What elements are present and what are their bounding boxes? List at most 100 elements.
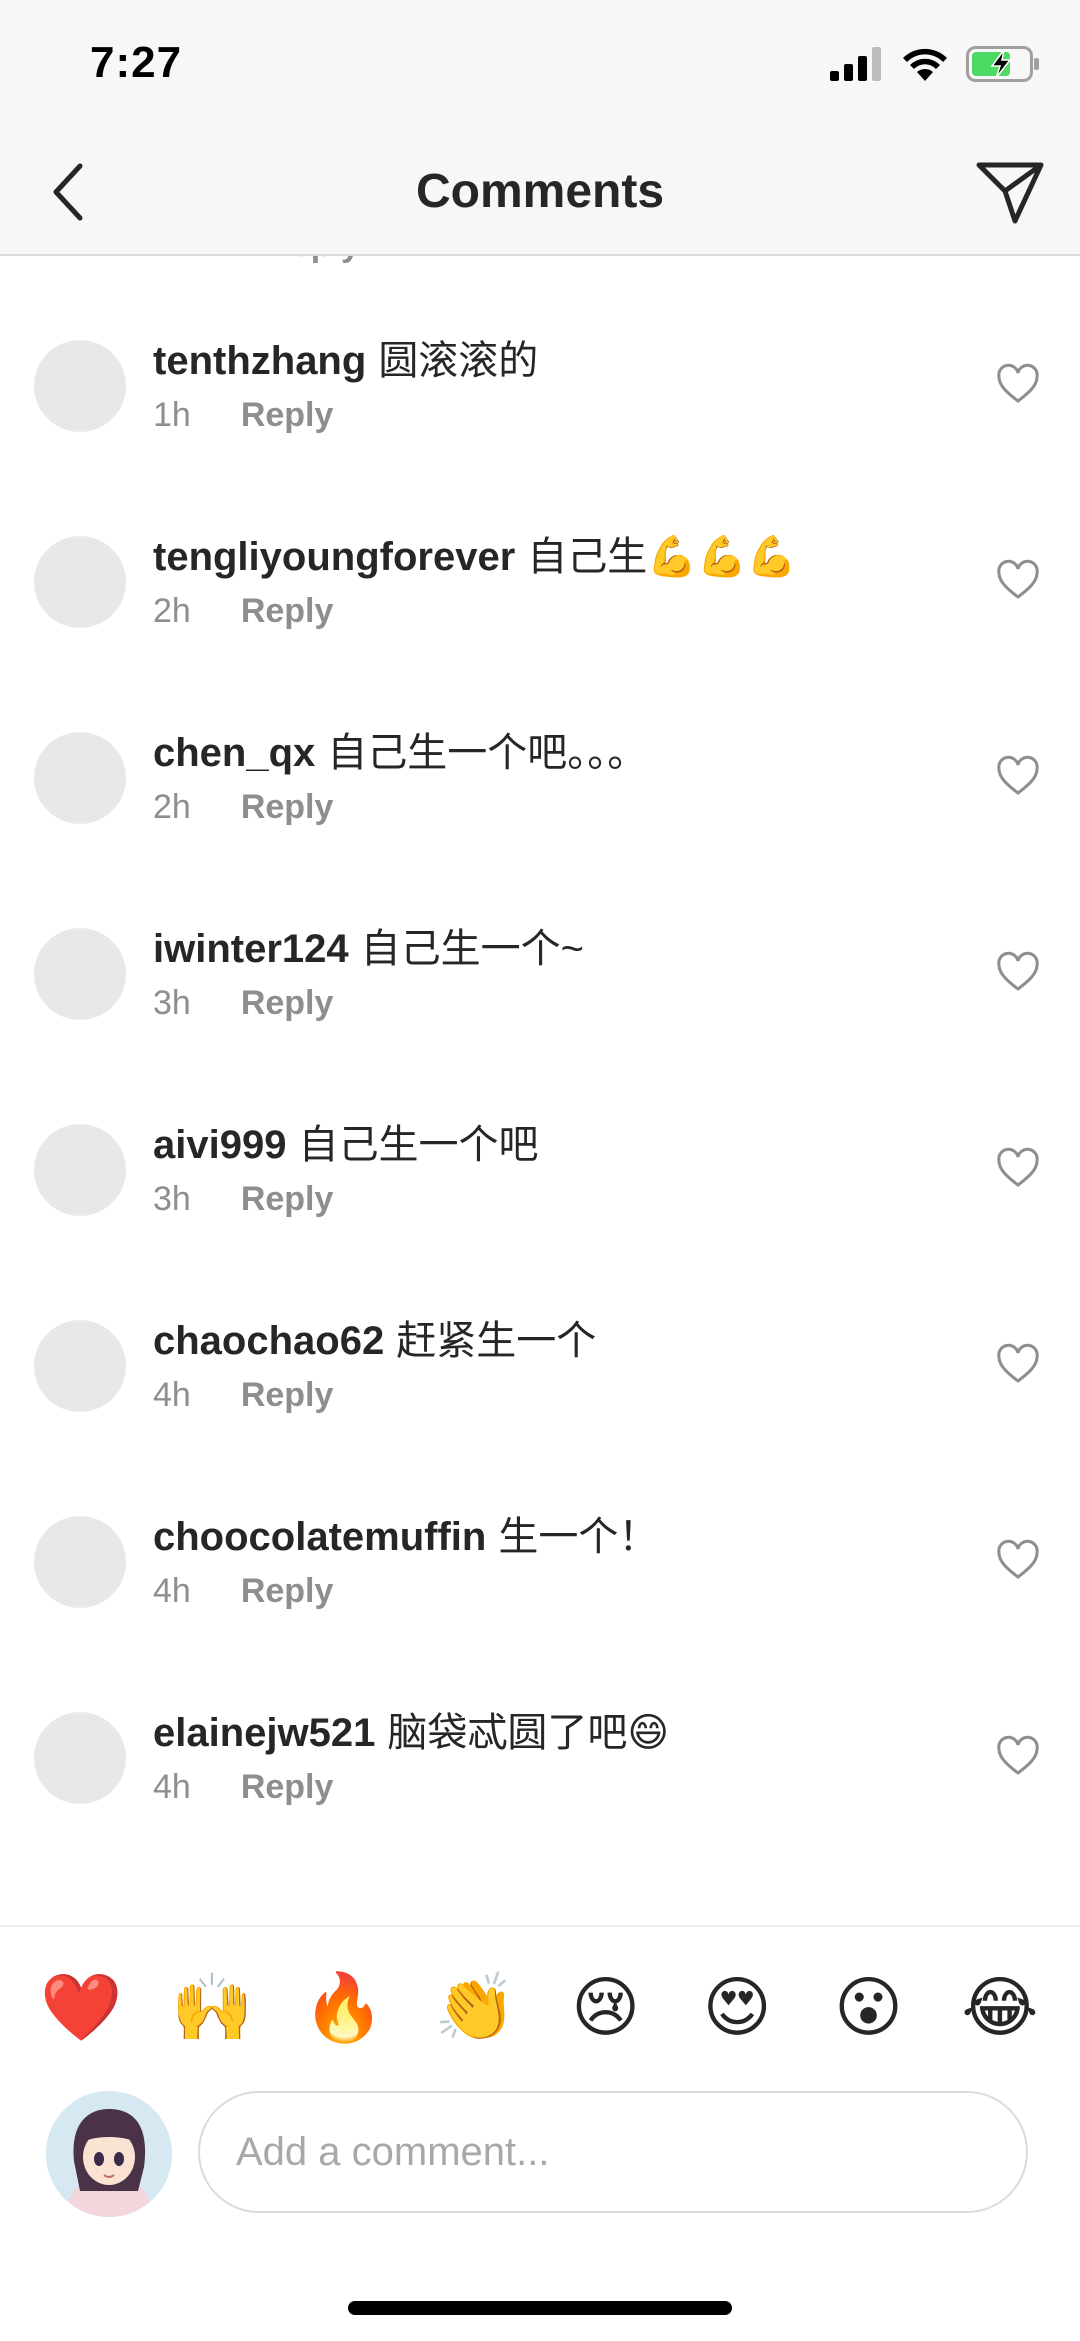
comment-time: 4h xyxy=(153,1572,191,1610)
comment-time: 1h xyxy=(153,396,191,434)
reply-button[interactable]: Reply xyxy=(241,984,334,1023)
emoji-fire-button[interactable]: 🔥 xyxy=(303,1967,385,2047)
comment-text: 自己生一个吧。。。 xyxy=(327,731,648,775)
comment-body: chaochao62 赶紧生一个 xyxy=(153,1308,596,1366)
user-avatar xyxy=(46,2091,172,2217)
comment-body: iwinter124 自己生一个~ xyxy=(153,916,584,974)
comment-time: 3h xyxy=(153,984,191,1022)
reply-button[interactable]: Reply xyxy=(241,592,334,631)
comment-item: chen_qx 自己生一个吧。。。 2h Reply xyxy=(0,696,1080,892)
avatar[interactable] xyxy=(34,1124,126,1216)
emoji-raised-hands-button[interactable]: 🙌 xyxy=(171,1967,253,2047)
comment-meta: 3h Reply xyxy=(153,1180,333,1219)
comment-time: 2h xyxy=(153,592,191,630)
comment-item: choocolatemuffin 生一个！ 4h Reply xyxy=(0,1480,1080,1676)
comment-composer xyxy=(46,2091,1034,2217)
comment-username[interactable]: chaochao62 xyxy=(153,1319,384,1363)
comments-header: Comments xyxy=(0,130,1080,256)
comment-text: 圆滚滚的 xyxy=(378,339,539,383)
heart-icon[interactable] xyxy=(996,362,1040,406)
emoji-laughing-button[interactable]: 😂 xyxy=(960,1967,1040,2047)
comment-text: 赶紧生一个 xyxy=(396,1319,597,1363)
comment-meta: 2h Reply xyxy=(153,592,333,631)
heart-icon[interactable] xyxy=(996,1146,1040,1190)
comment-meta: 4h Reply xyxy=(153,1572,333,1611)
status-icons xyxy=(830,46,1040,82)
reply-button[interactable]: Reply xyxy=(241,1180,334,1219)
comment-text: 生一个！ xyxy=(498,1515,659,1559)
comment-username[interactable]: aivi999 xyxy=(153,1123,286,1167)
reply-button[interactable]: Reply xyxy=(241,788,334,827)
status-bar: 7:27 xyxy=(0,0,1080,130)
avatar[interactable] xyxy=(34,340,126,432)
comment-username[interactable]: chen_qx xyxy=(153,731,315,775)
avatar[interactable] xyxy=(34,732,126,824)
comments-list[interactable]: 1h Reply tenthzhang 圆滚滚的 1h Reply tengliy… xyxy=(0,256,1080,1924)
reply-button[interactable]: Reply xyxy=(241,396,334,435)
heart-icon[interactable] xyxy=(996,558,1040,602)
heart-icon[interactable] xyxy=(996,1538,1040,1582)
wifi-icon xyxy=(903,48,947,81)
avatar[interactable] xyxy=(34,1320,126,1412)
comment-body: elainejw521 脑袋忒圆了吧😄 xyxy=(153,1700,669,1758)
comment-time: 2h xyxy=(153,788,191,826)
comment-input[interactable] xyxy=(198,2091,1028,2213)
comment-item: elainejw521 脑袋忒圆了吧😄 4h Reply xyxy=(0,1676,1080,1872)
heart-icon[interactable] xyxy=(996,1734,1040,1778)
comment-meta: 2h Reply xyxy=(153,788,333,827)
home-indicator[interactable] xyxy=(348,2301,732,2315)
heart-icon[interactable] xyxy=(996,950,1040,994)
comment-item: aivi999 自己生一个吧 3h Reply xyxy=(0,1088,1080,1284)
comment-time: 4h xyxy=(153,1768,191,1806)
comment-meta: 4h Reply xyxy=(153,1768,333,1807)
comment-body: choocolatemuffin 生一个！ xyxy=(153,1504,658,1562)
comment-time: 4h xyxy=(153,1376,191,1414)
comment-item: tengliyoungforever 自己生💪💪💪 2h Reply xyxy=(0,500,1080,696)
comment-time: 1h xyxy=(154,256,192,264)
cellular-signal-icon xyxy=(830,47,881,81)
comment-body: aivi999 自己生一个吧 xyxy=(153,1112,538,1170)
anime-girl-avatar-icon xyxy=(46,2091,172,2217)
comment-username[interactable]: elainejw521 xyxy=(153,1711,375,1755)
paper-plane-icon xyxy=(976,162,1044,224)
direct-share-button[interactable] xyxy=(970,152,1050,232)
emoji-heart-button[interactable]: ❤️ xyxy=(40,1967,122,2047)
avatar[interactable] xyxy=(34,1516,126,1608)
comment-text: 脑袋忒圆了吧😄 xyxy=(387,1711,670,1755)
comment-item: chaochao62 赶紧生一个 4h Reply xyxy=(0,1284,1080,1480)
comment-username[interactable]: iwinter124 xyxy=(153,927,349,971)
heart-icon[interactable] xyxy=(996,1342,1040,1386)
avatar[interactable] xyxy=(34,1712,126,1804)
emoji-heart-eyes-button[interactable]: 😍 xyxy=(697,1967,777,2047)
comment-time: 3h xyxy=(153,1180,191,1218)
comment-body: chen_qx 自己生一个吧。。。 xyxy=(153,720,647,778)
emoji-crying-button[interactable]: 😢 xyxy=(566,1967,646,2047)
comment-username[interactable]: tengliyoungforever xyxy=(153,535,515,579)
battery-charging-icon xyxy=(966,46,1039,82)
emoji-surprised-button[interactable]: 😮 xyxy=(829,1967,909,2047)
comment-body: tengliyoungforever 自己生💪💪💪 xyxy=(153,524,797,582)
emoji-clap-button[interactable]: 👏 xyxy=(434,1967,516,2047)
comment-text: 自己生💪💪💪 xyxy=(527,535,797,579)
comment-composer-bar: ❤️ 🙌 🔥 👏 😢 😍 😮 😂 xyxy=(0,1925,1080,2341)
page-title: Comments xyxy=(415,165,665,218)
heart-icon[interactable] xyxy=(996,754,1040,798)
comment-meta: 1h Reply xyxy=(153,396,333,435)
comment-body: tenthzhang 圆滚滚的 xyxy=(153,328,538,386)
comment-username[interactable]: choocolatemuffin xyxy=(153,1515,486,1559)
avatar[interactable] xyxy=(34,536,126,628)
reply-button[interactable]: Reply xyxy=(267,256,360,264)
reply-button[interactable]: Reply xyxy=(241,1572,334,1611)
comment-meta: 4h Reply xyxy=(153,1376,333,1415)
reply-button[interactable]: Reply xyxy=(241,1376,334,1415)
comment-item: iwinter124 自己生一个~ 3h Reply xyxy=(0,892,1080,1088)
comment-meta: 3h Reply xyxy=(153,984,333,1023)
status-time: 7:27 xyxy=(90,38,183,87)
partial-comment-meta: 1h Reply xyxy=(154,256,426,265)
comment-username[interactable]: tenthzhang xyxy=(153,339,366,383)
comment-text: 自己生一个~ xyxy=(360,927,585,971)
quick-emoji-row: ❤️ 🙌 🔥 👏 😢 😍 😮 😂 xyxy=(40,1967,1040,2047)
avatar[interactable] xyxy=(34,928,126,1020)
comment-item: tenthzhang 圆滚滚的 1h Reply xyxy=(0,304,1080,500)
reply-button[interactable]: Reply xyxy=(241,1768,334,1807)
